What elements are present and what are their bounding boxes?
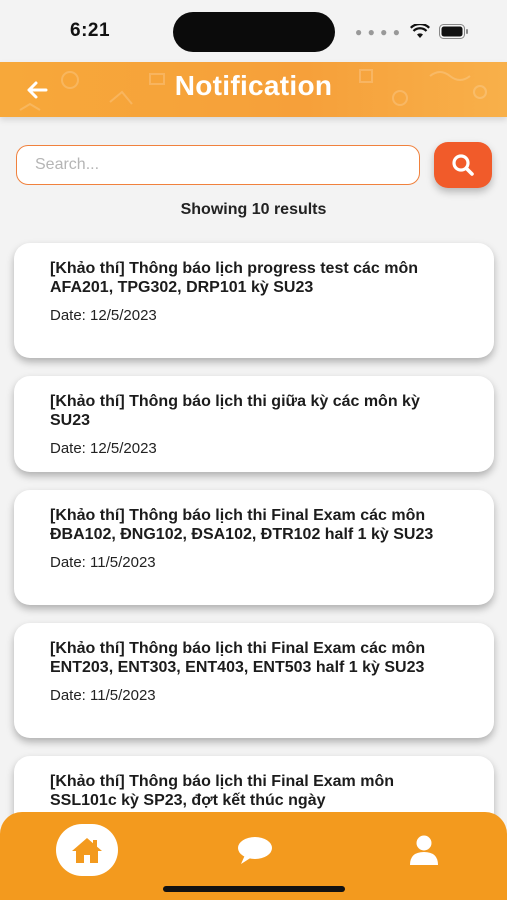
status-icons: ● ● ● ● bbox=[355, 24, 469, 39]
search-icon bbox=[452, 154, 474, 176]
nav-profile[interactable] bbox=[393, 824, 455, 876]
notification-title: [Khảo thí] Thông báo lịch thi Final Exam… bbox=[50, 773, 394, 809]
app-header: Notification bbox=[0, 62, 507, 117]
dynamic-island bbox=[173, 12, 335, 52]
status-bar: 6:21 ● ● ● ● bbox=[0, 0, 507, 62]
wifi-icon bbox=[410, 24, 430, 39]
signal-dots-icon: ● ● ● ● bbox=[355, 24, 401, 39]
notification-title: [Khảo thí] Thông báo lịch thi Final Exam… bbox=[50, 640, 426, 676]
profile-icon bbox=[410, 835, 438, 865]
nav-chat[interactable] bbox=[224, 824, 286, 876]
notification-card[interactable]: [Khảo thí] Thông báo lịch thi giữa kỳ cá… bbox=[14, 376, 494, 472]
home-icon bbox=[72, 838, 102, 863]
home-indicator bbox=[163, 886, 345, 892]
notification-card[interactable]: [Khảo thí] Thông báo lịch thi Final Exam… bbox=[14, 623, 494, 738]
notification-date: Date: 12/5/2023 bbox=[50, 440, 157, 457]
chat-icon bbox=[238, 837, 272, 864]
page-title: Notification bbox=[174, 70, 333, 101]
nav-home[interactable] bbox=[56, 824, 118, 876]
search-button[interactable] bbox=[434, 142, 492, 188]
notification-title: [Khảo thí] Thông báo lịch thi giữa kỳ cá… bbox=[50, 393, 420, 429]
notification-title: [Khảo thí] Thông báo lịch thi Final Exam… bbox=[50, 507, 434, 543]
notification-title: [Khảo thí] Thông báo lịch progress test … bbox=[50, 260, 419, 296]
notification-card[interactable]: [Khảo thí] Thông báo lịch progress test … bbox=[14, 243, 494, 358]
status-time: 6:21 bbox=[70, 20, 111, 41]
results-count: Showing 10 results bbox=[180, 201, 327, 218]
battery-icon bbox=[439, 24, 469, 39]
notification-date: Date: 11/5/2023 bbox=[50, 687, 156, 704]
search-input[interactable] bbox=[16, 145, 420, 185]
notification-date: Date: 12/5/2023 bbox=[50, 307, 157, 324]
notification-date: Date: 11/5/2023 bbox=[50, 554, 156, 571]
notification-card[interactable]: [Khảo thí] Thông báo lịch thi Final Exam… bbox=[14, 490, 494, 605]
